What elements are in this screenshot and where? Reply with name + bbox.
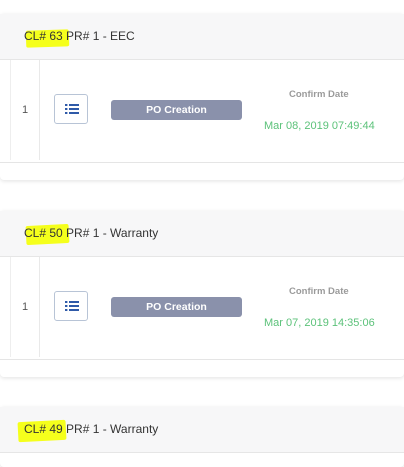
card-header: CL# 63 PR# 1 - EEC — [0, 14, 404, 60]
pr-label: PR# 1 - Warranty — [62, 422, 159, 436]
pr-label: PR# 1 - EEC — [62, 29, 135, 43]
status-badge: PO Creation — [111, 297, 242, 317]
card-body: 1 PO Creation Confirm Date Mar 07, 2019 … — [10, 257, 404, 357]
card-header: CL# 49 PR# 1 - Warranty — [0, 407, 404, 453]
cl-number: CL# 49 — [24, 422, 63, 436]
row-divider — [39, 257, 40, 357]
order-card: CL# 63 PR# 1 - EEC 1 PO Creation Confirm… — [0, 14, 404, 180]
confirm-date-value: Mar 08, 2019 07:49:44 — [264, 120, 375, 132]
status-badge: PO Creation — [111, 100, 242, 120]
row-number: 1 — [22, 104, 29, 116]
card-title: CL# 49 PR# 1 - Warranty — [24, 422, 158, 436]
card-header: CL# 50 PR# 1 - Warranty — [0, 211, 404, 257]
list-icon — [65, 104, 79, 114]
confirm-date-label: Confirm Date — [289, 89, 349, 100]
cl-number: CL# 50 — [24, 226, 63, 240]
order-card: CL# 50 PR# 1 - Warranty 1 PO Creation Co… — [0, 211, 404, 377]
row-number: 1 — [22, 301, 29, 313]
pr-label: PR# 1 - Warranty — [62, 226, 159, 240]
confirm-date-label: Confirm Date — [289, 286, 349, 297]
card-title: CL# 63 PR# 1 - EEC — [24, 29, 135, 43]
card-title: CL# 50 PR# 1 - Warranty — [24, 226, 158, 240]
card-footer-divider — [0, 359, 404, 360]
confirm-date-value: Mar 07, 2019 14:35:06 — [264, 317, 375, 329]
details-button[interactable] — [54, 291, 88, 321]
row-divider — [39, 60, 40, 160]
order-card: CL# 49 PR# 1 - Warranty — [0, 407, 404, 467]
card-footer-divider — [0, 162, 404, 163]
list-icon — [65, 301, 79, 311]
cl-number: CL# 63 — [24, 29, 63, 43]
card-body: 1 PO Creation Confirm Date Mar 08, 2019 … — [10, 60, 404, 160]
details-button[interactable] — [54, 94, 88, 124]
